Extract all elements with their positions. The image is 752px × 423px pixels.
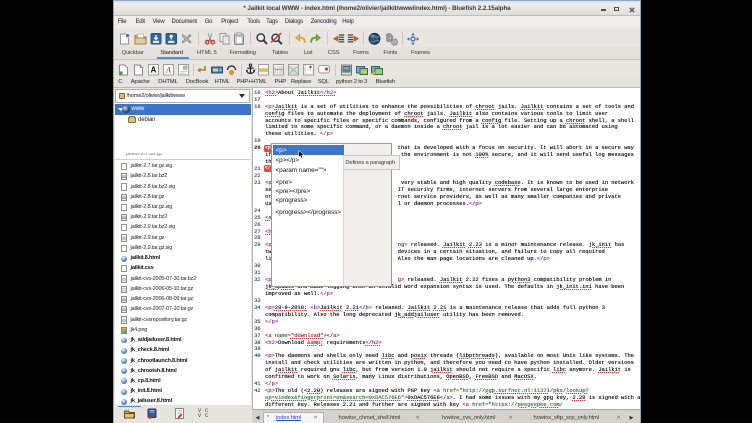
svg-text:A: A bbox=[165, 65, 171, 74]
svg-text:A: A bbox=[150, 65, 156, 74]
